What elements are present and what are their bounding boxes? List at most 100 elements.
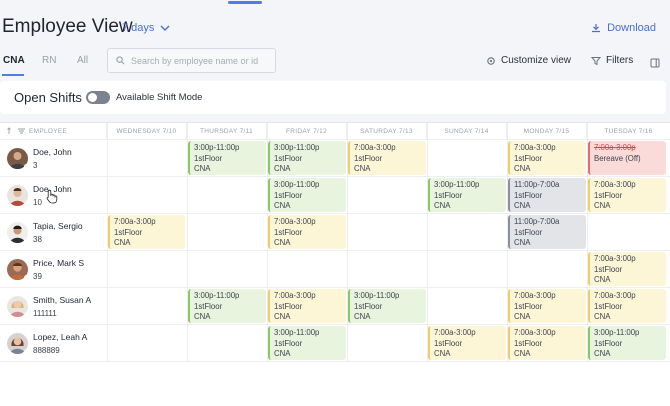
shift-card[interactable]: 7:00a-3:00p 1stFloor CNA [268,289,346,323]
shift-card[interactable]: 3:00p-11:00p 1stFloor CNA [268,326,346,360]
employee-row[interactable]: Tapia, Sergio 38 [0,214,107,251]
shift-card[interactable]: 7:00a-3:00p Bereave (Off) [588,141,666,175]
day-header: WEDNESDAY 7/10 [107,123,187,139]
sidebar-panel-icon [650,58,660,68]
shift-location: 1stFloor [514,338,543,348]
shift-card[interactable]: 7:00a-3:00p 1stFloor CNA [588,289,666,323]
date-range-label: 7 days [122,22,155,34]
panel-toggle-button[interactable] [650,55,660,73]
shift-location: 1stFloor [274,153,303,163]
schedule-grid: EMPLOYEE WEDNESDAY 7/10 THURSDAY 7/11 FR… [0,122,670,406]
employee-name: Doe, John [33,147,72,157]
download-button[interactable]: Download [591,22,656,34]
shift-card[interactable]: 7:00a-3:00p 1stFloor CNA [588,252,666,286]
shift-location: 1stFloor [274,190,303,200]
shift-role: CNA [274,201,291,210]
toggle-knob [88,93,97,102]
shift-location: 1stFloor [594,264,623,274]
page-title: Employee View [2,16,133,37]
avatar [7,333,28,354]
day-header: FRIDAY 7/12 [267,123,347,139]
employee-column-header[interactable]: EMPLOYEE [0,123,107,139]
employee-row[interactable]: Price, Mark S 39 [0,251,107,288]
employee-id: 3 [33,161,38,170]
tab-all[interactable]: All [77,55,88,66]
customize-view-label: Customize view [501,55,572,66]
date-range-dropdown[interactable]: 7 days [122,22,170,34]
tab-cna[interactable]: CNA [3,55,25,66]
filters-label: Filters [606,55,634,66]
shift-card[interactable]: 7:00a-3:00p 1stFloor CNA [108,215,185,249]
available-shift-mode-toggle[interactable] [86,91,110,104]
shift-card[interactable]: 7:00a-3:00p 1stFloor CNA [588,178,666,212]
shift-role: CNA [434,349,451,358]
shift-role: CNA [354,164,371,173]
filter-icon [591,56,601,65]
tab-underline [2,74,24,76]
employee-name: Price, Mark S [33,258,85,268]
shift-role: CNA [594,349,611,358]
employee-row[interactable]: Lopez, Leah A 888889 [0,325,107,362]
tab-rn[interactable]: RN [42,55,56,66]
download-icon [592,24,601,33]
shift-location: 1stFloor [354,153,383,163]
shift-card[interactable]: 3:00p-11:00p 1stFloor CNA [268,178,346,212]
employee-row[interactable]: Doe, John 3 [0,140,107,177]
shift-location: 1stFloor [594,190,623,200]
day-header: THURSDAY 7/11 [187,123,267,139]
shift-role: CNA [514,201,531,210]
shift-location: 1stFloor [114,227,143,237]
shift-time: 3:00p-11:00p [194,143,240,152]
shift-time: 7:00a-3:00p [514,291,556,300]
chevron-down-icon [160,25,170,31]
shift-time: 3:00p-11:00p [274,180,320,189]
filters-button[interactable]: Filters [591,55,633,66]
shift-card[interactable]: 7:00a-3:00p 1stFloor CNA [508,326,586,360]
day-header: SATURDAY 7/13 [347,123,427,139]
shift-card[interactable]: 3:00p-11:00p 1stFloor CNA [428,178,506,212]
shift-role: CNA [514,238,531,247]
employee-id: 38 [33,235,42,244]
shift-card[interactable]: 3:00p-11:00p 1stFloor CNA [348,289,426,323]
employee-id: 39 [33,272,42,281]
shift-card[interactable]: 3:00p-11:00p 1stFloor CNA [588,326,666,360]
shift-role: CNA [274,312,291,321]
employee-name: Tapia, Sergio [33,221,83,231]
shift-time: 7:00a-3:00p [354,143,396,152]
shift-time: 7:00a-3:00p [274,217,316,226]
avatar [7,259,28,280]
shift-role: CNA [434,201,451,210]
shift-card[interactable]: 7:00a-3:00p 1stFloor CNA [348,141,426,175]
shift-card[interactable]: 7:00a-3:00p 1stFloor CNA [268,215,346,249]
shift-time: 3:00p-11:00p [594,328,640,337]
shift-card[interactable]: 7:00a-3:00p 1stFloor CNA [508,141,586,175]
shift-location: 1stFloor [274,338,303,348]
available-shift-mode-label: Available Shift Mode [116,92,203,103]
shift-time: 7:00a-3:00p [434,328,476,337]
shift-time: 7:00a-3:00p [514,328,556,337]
shift-card[interactable]: 11:00p-7:00a 1stFloor CNA [508,215,586,249]
shift-card[interactable]: 11:00p-7:00a 1stFloor CNA [508,178,586,212]
shift-location: 1stFloor [594,301,623,311]
shift-card[interactable]: 3:00p-11:00p 1stFloor CNA [268,141,346,175]
shift-time: 3:00p-11:00p [194,291,240,300]
shift-time: 7:00a-3:00p [594,254,636,263]
employee-name: Lopez, Leah A [33,332,88,342]
open-shifts-label: Open Shifts [14,90,82,105]
active-indicator [228,1,262,4]
shift-location: 1stFloor [594,338,623,348]
customize-view-button[interactable]: Customize view [486,55,571,66]
shift-time: 7:00a-3:00p [594,180,636,189]
shift-time: 11:00p-7:00a [514,217,560,226]
employee-row[interactable]: Smith, Susan A 111111 [0,288,107,325]
gear-icon [487,56,495,65]
shift-role: CNA [194,164,211,173]
shift-card[interactable]: 3:00p-11:00p 1stFloor CNA [188,141,266,175]
shift-time: 3:00p-11:00p [274,328,320,337]
day-header: MONDAY 7/15 [507,123,587,139]
shift-role: CNA [594,201,611,210]
search-input[interactable] [131,55,271,66]
shift-card[interactable]: 7:00a-3:00p 1stFloor CNA [508,289,586,323]
shift-card[interactable]: 3:00p-11:00p 1stFloor CNA [188,289,266,323]
shift-card[interactable]: 7:00a-3:00p 1stFloor CNA [428,326,506,360]
